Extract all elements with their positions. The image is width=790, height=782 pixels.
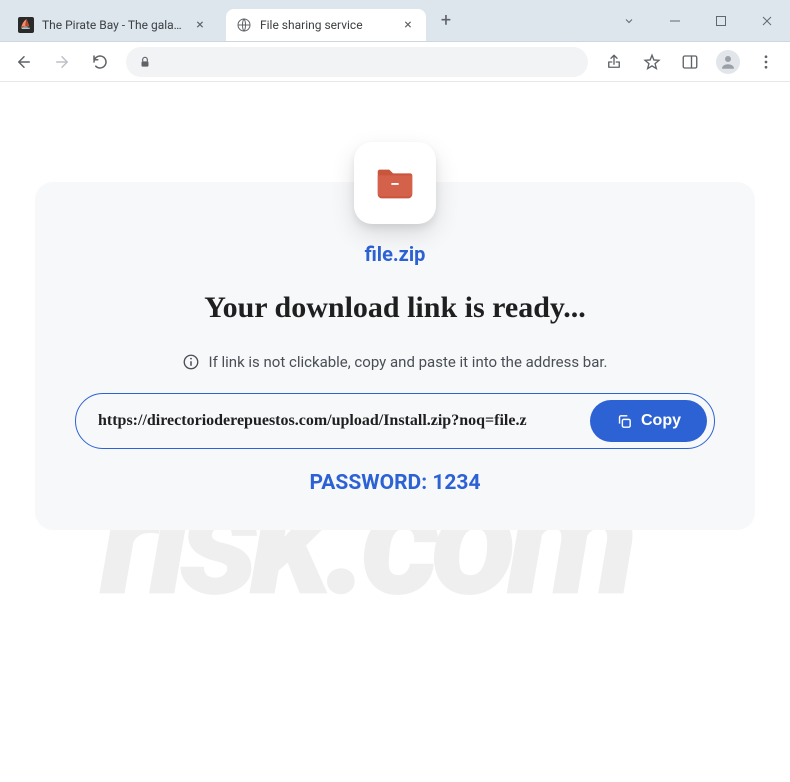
back-button[interactable] bbox=[8, 46, 40, 78]
tab-file-sharing[interactable]: File sharing service × bbox=[226, 9, 426, 41]
side-panel-icon[interactable] bbox=[674, 46, 706, 78]
new-tab-button[interactable]: + bbox=[432, 7, 460, 35]
download-card: file.zip Your download link is ready... … bbox=[35, 182, 755, 530]
close-icon[interactable]: × bbox=[400, 17, 416, 33]
forward-button[interactable] bbox=[46, 46, 78, 78]
page-content: file.zip Your download link is ready... … bbox=[0, 82, 790, 530]
tab-title: The Pirate Bay - The galaxy's mos... bbox=[42, 18, 184, 32]
download-url[interactable]: https://directorioderepuestos.com/upload… bbox=[98, 412, 580, 430]
copy-icon bbox=[616, 413, 633, 430]
minimize-button[interactable] bbox=[652, 1, 698, 41]
info-icon bbox=[182, 353, 200, 371]
browser-toolbar bbox=[0, 42, 790, 82]
close-icon[interactable]: × bbox=[192, 17, 208, 33]
tab-title: File sharing service bbox=[260, 18, 392, 32]
close-window-button[interactable] bbox=[744, 1, 790, 41]
menu-icon[interactable] bbox=[750, 46, 782, 78]
headline: Your download link is ready... bbox=[75, 291, 715, 325]
profile-avatar[interactable] bbox=[712, 46, 744, 78]
hint-text: If link is not clickable, copy and paste… bbox=[75, 353, 715, 371]
address-bar[interactable] bbox=[126, 47, 588, 77]
filename-label: file.zip bbox=[75, 242, 715, 266]
reload-button[interactable] bbox=[84, 46, 116, 78]
chevron-down-icon[interactable] bbox=[606, 1, 652, 41]
pirate-bay-favicon: ⛵ bbox=[18, 17, 34, 33]
url-row: https://directorioderepuestos.com/upload… bbox=[75, 393, 715, 449]
bookmark-icon[interactable] bbox=[636, 46, 668, 78]
globe-icon bbox=[236, 17, 252, 33]
maximize-button[interactable] bbox=[698, 1, 744, 41]
folder-icon bbox=[354, 142, 436, 224]
share-icon[interactable] bbox=[598, 46, 630, 78]
copy-button[interactable]: Copy bbox=[590, 400, 707, 442]
browser-titlebar: ⛵ The Pirate Bay - The galaxy's mos... ×… bbox=[0, 0, 790, 42]
lock-icon bbox=[138, 55, 152, 69]
tab-pirate-bay[interactable]: ⛵ The Pirate Bay - The galaxy's mos... × bbox=[8, 9, 218, 41]
password-label: PASSWORD: 1234 bbox=[75, 471, 715, 495]
